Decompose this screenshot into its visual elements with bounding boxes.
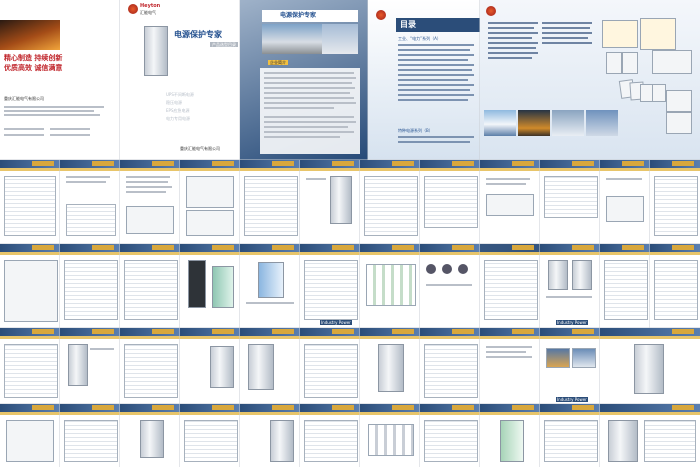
slogan-1: 精心制造 持续创新 <box>4 54 63 62</box>
catalog-page <box>600 244 650 328</box>
toc-section-2: 特种电源系列（B） <box>398 128 433 133</box>
catalog-page <box>420 404 480 467</box>
catalog-page <box>480 328 540 404</box>
catalog-page <box>600 404 700 467</box>
catalog-page <box>650 160 700 244</box>
brand-en: Heyton <box>140 3 161 9</box>
catalog-page <box>300 160 360 244</box>
catalog-page <box>120 160 180 244</box>
bullet-2: 稳压电源 <box>166 100 182 105</box>
slogan-2: 优质高效 诚信满意 <box>4 64 63 72</box>
catalog-page <box>60 160 120 244</box>
certificate-image <box>666 90 692 112</box>
catalog-page <box>240 404 300 467</box>
catalog-page <box>360 328 420 404</box>
intro-section: 企业简介 <box>268 60 288 65</box>
certificate-image <box>602 20 638 48</box>
catalog-page <box>240 244 300 328</box>
catalog-page <box>0 404 60 467</box>
catalog-page <box>300 404 360 467</box>
cover-title: 电源保护专家 <box>174 30 222 39</box>
intro-title: 电源保护专家 <box>280 12 317 19</box>
catalog-page <box>540 160 600 244</box>
toc-logo-icon <box>376 10 386 20</box>
certificate-image <box>666 112 692 134</box>
company-name: 重庆汇能电气有限公司 <box>4 96 44 101</box>
catalog-page <box>300 328 360 404</box>
catalog-page <box>60 244 120 328</box>
catalog-page <box>0 244 60 328</box>
catalog-page <box>60 404 120 467</box>
certificates-page <box>480 0 700 160</box>
catalog-page <box>120 404 180 467</box>
building-photo <box>322 24 358 54</box>
catalog-page <box>180 404 240 467</box>
bullet-4: 电力专用电源 <box>166 116 190 121</box>
bullet-1: UPS不间断电源 <box>166 92 194 97</box>
catalog-page <box>420 160 480 244</box>
furnace-photo <box>0 20 60 50</box>
intro-page: 电源保护专家 企业简介 <box>240 0 368 160</box>
catalog-page <box>600 160 650 244</box>
toc-page: 目录 工业、“电力”系列（A） 特种电源系列（B） <box>368 0 480 160</box>
toc-title: 目录 <box>400 20 416 29</box>
catalog-page <box>480 244 540 328</box>
cert-logo-icon <box>486 6 496 16</box>
footer-label: Industry Power <box>556 397 588 402</box>
footer-label: Industry Power <box>320 320 352 325</box>
catalog-page <box>180 328 240 404</box>
turbine-photo <box>484 110 516 136</box>
catalog-badge: 产品选型目录 <box>210 42 238 47</box>
back-cover: 精心制造 持续创新 优质高效 诚信满意 重庆汇能电气有限公司 <box>0 0 120 160</box>
front-cover: Heyton 汇能电气 电源保护专家 产品选型目录 UPS不间断电源 稳压电源 … <box>120 0 240 160</box>
catalog-page <box>60 328 120 404</box>
catalog-page <box>360 160 420 244</box>
bullet-3: EPS应急电源 <box>166 108 190 113</box>
tower-photo <box>586 110 618 136</box>
catalog-page <box>540 328 600 404</box>
certificate-image <box>622 52 638 74</box>
catalog-page <box>120 244 180 328</box>
catalog-page <box>420 244 480 328</box>
catalog-page <box>480 404 540 467</box>
certificate-image <box>652 50 692 74</box>
station-photo <box>552 110 584 136</box>
catalog-page <box>240 328 300 404</box>
certificate-image <box>606 52 622 74</box>
catalog-page <box>650 244 700 328</box>
footer-label: Industry Power <box>556 320 588 325</box>
catalog-page <box>600 328 700 404</box>
cover-company: 重庆汇能电气有限公司 <box>180 146 220 151</box>
night-city-photo <box>518 110 550 136</box>
catalog-page <box>360 404 420 467</box>
ups-cabinet-image <box>144 26 168 76</box>
catalog-page <box>180 160 240 244</box>
catalog-page <box>180 244 240 328</box>
brand-cn: 汇能电气 <box>140 10 156 15</box>
catalog-page <box>540 404 600 467</box>
toc-section-1: 工业、“电力”系列（A） <box>398 36 441 41</box>
certificate-image <box>652 84 666 102</box>
catalog-page <box>120 328 180 404</box>
certificate-image <box>640 18 676 50</box>
catalog-page <box>240 160 300 244</box>
catalog-page <box>540 244 600 328</box>
logo-icon <box>128 4 138 14</box>
catalog-page <box>0 328 60 404</box>
catalog-page <box>300 244 360 328</box>
catalog-page <box>0 160 60 244</box>
factory-photo <box>262 24 322 54</box>
catalog-page <box>480 160 540 244</box>
catalog-page <box>420 328 480 404</box>
catalog-page <box>360 244 420 328</box>
